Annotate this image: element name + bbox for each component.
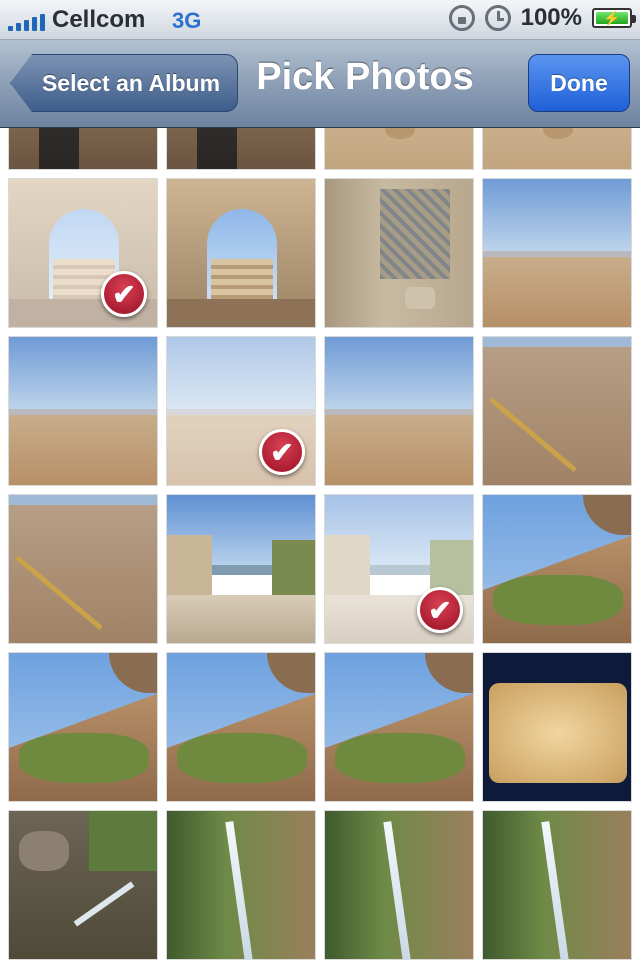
alarm-clock-icon [484, 5, 511, 31]
photo-thumbnail[interactable] [324, 810, 474, 960]
select-album-back-button[interactable]: Select an Album [10, 54, 238, 112]
photo-thumbnail[interactable] [166, 494, 316, 644]
photo-thumbnail[interactable]: ✔ [166, 336, 316, 486]
photo-thumbnail[interactable]: ✔ [8, 178, 158, 328]
back-button-label: Select an Album [41, 69, 221, 96]
photo-thumbnail[interactable] [482, 494, 632, 644]
photo-thumbnail[interactable] [482, 336, 632, 486]
photo-thumbnail[interactable]: ✔ [324, 494, 474, 644]
battery-icon: ⚡ [592, 8, 636, 28]
selected-checkmark-icon: ✔ [417, 587, 463, 633]
charging-plug-icon: ⚡ [603, 10, 621, 26]
selected-checkmark-icon: ✔ [101, 271, 147, 317]
signal-strength-icon [8, 14, 45, 31]
photo-thumbnail[interactable] [8, 494, 158, 644]
photo-thumbnail[interactable] [8, 336, 158, 486]
photo-thumbnail[interactable] [482, 810, 632, 960]
photo-thumbnail[interactable] [8, 652, 158, 802]
selected-checkmark-icon: ✔ [259, 429, 305, 475]
photo-thumbnail[interactable] [166, 810, 316, 960]
photo-thumbnail[interactable] [166, 652, 316, 802]
done-button[interactable]: Done [528, 54, 630, 112]
photo-thumbnail[interactable] [166, 178, 316, 328]
photo-thumbnail[interactable] [482, 178, 632, 328]
rotation-lock-icon [448, 5, 475, 31]
photo-thumbnail[interactable] [324, 336, 474, 486]
photo-thumbnail[interactable] [324, 128, 474, 170]
status-bar: Cellcom 3G 100% ⚡ [0, 0, 640, 40]
photo-thumbnail[interactable] [482, 652, 632, 802]
network-type: 3G [172, 8, 202, 33]
navigation-bar: Select an Album Pick Photos Done [0, 40, 640, 128]
photo-thumbnail[interactable] [166, 128, 316, 170]
photo-thumbnail[interactable] [8, 810, 158, 960]
page-title: Pick Photos [256, 56, 474, 98]
carrier-name: Cellcom [52, 6, 146, 33]
photo-grid[interactable]: ✔ ✔ ✔ [0, 128, 640, 960]
photo-thumbnail[interactable] [8, 128, 158, 170]
photo-thumbnail[interactable] [324, 178, 474, 328]
photo-thumbnail[interactable] [324, 652, 474, 802]
battery-percent: 100% [520, 4, 582, 31]
photo-thumbnail[interactable] [482, 128, 632, 170]
